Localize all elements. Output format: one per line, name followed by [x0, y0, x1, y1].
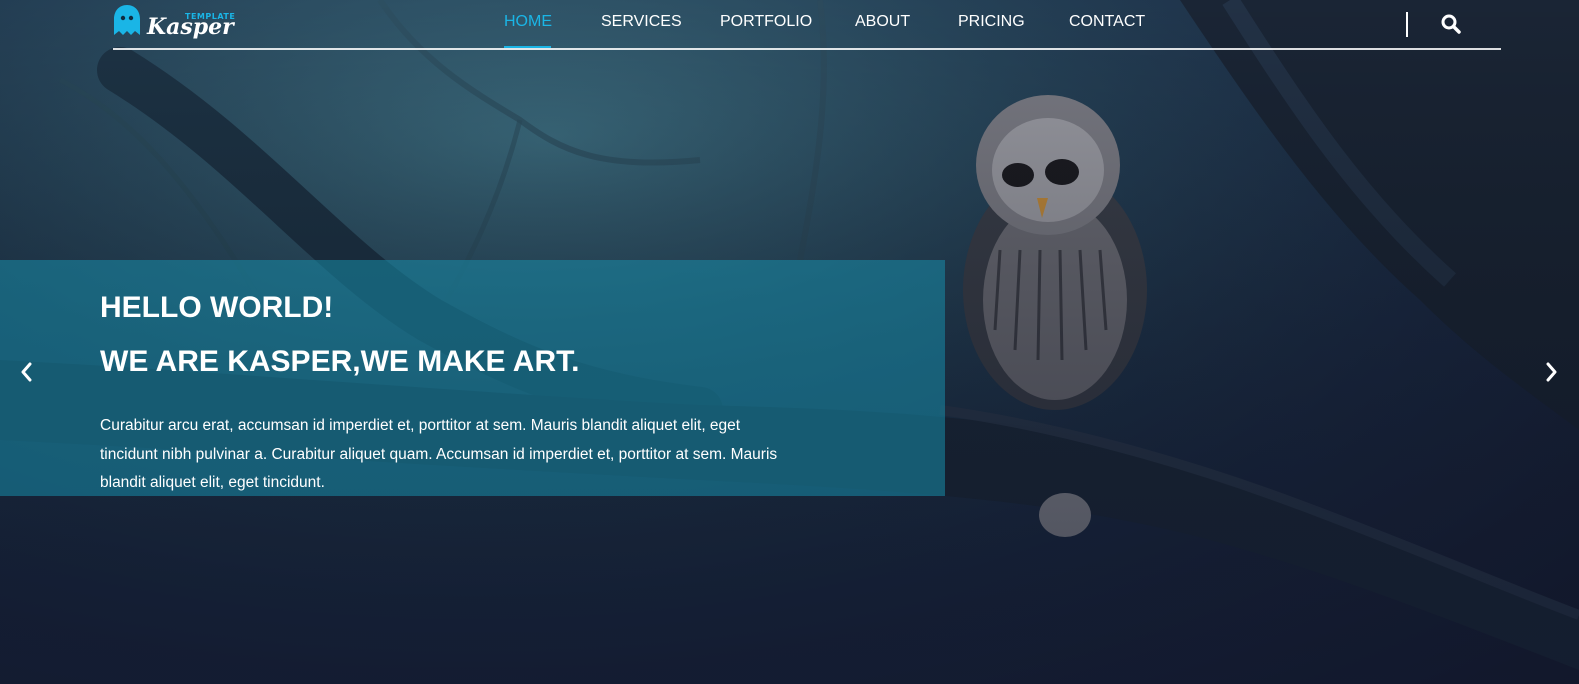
nav-item-portfolio[interactable]: PORTFOLIO — [720, 13, 812, 31]
slider-prev-button[interactable] — [16, 360, 38, 384]
chevron-right-icon — [1546, 362, 1557, 382]
nav-divider — [1406, 12, 1408, 37]
main-nav: HOME SERVICES PORTFOLIO ABOUT PRICING CO… — [113, 0, 1501, 48]
nav-item-contact[interactable]: CONTACT — [1069, 13, 1145, 31]
nav-item-pricing[interactable]: PRICING — [958, 13, 1025, 31]
hero-title: HELLO WORLD! — [100, 291, 334, 324]
site-header: TEMPLATE Kasper HOME SERVICES PORTFOLIO … — [113, 0, 1501, 50]
hero-subtitle: WE ARE KASPER,WE MAKE ART. — [100, 345, 580, 378]
active-nav-indicator — [504, 46, 551, 48]
nav-item-home[interactable]: HOME — [504, 13, 552, 31]
page: TEMPLATE Kasper HOME SERVICES PORTFOLIO … — [0, 0, 1579, 684]
nav-item-about[interactable]: ABOUT — [855, 13, 910, 31]
slider-next-button[interactable] — [1540, 360, 1562, 384]
search-icon — [1441, 14, 1461, 34]
chevron-left-icon — [21, 362, 32, 382]
search-button[interactable] — [1439, 12, 1463, 36]
hero-description: Curabitur arcu erat, accumsan id imperdi… — [100, 417, 778, 491]
nav-item-services[interactable]: SERVICES — [601, 13, 682, 31]
